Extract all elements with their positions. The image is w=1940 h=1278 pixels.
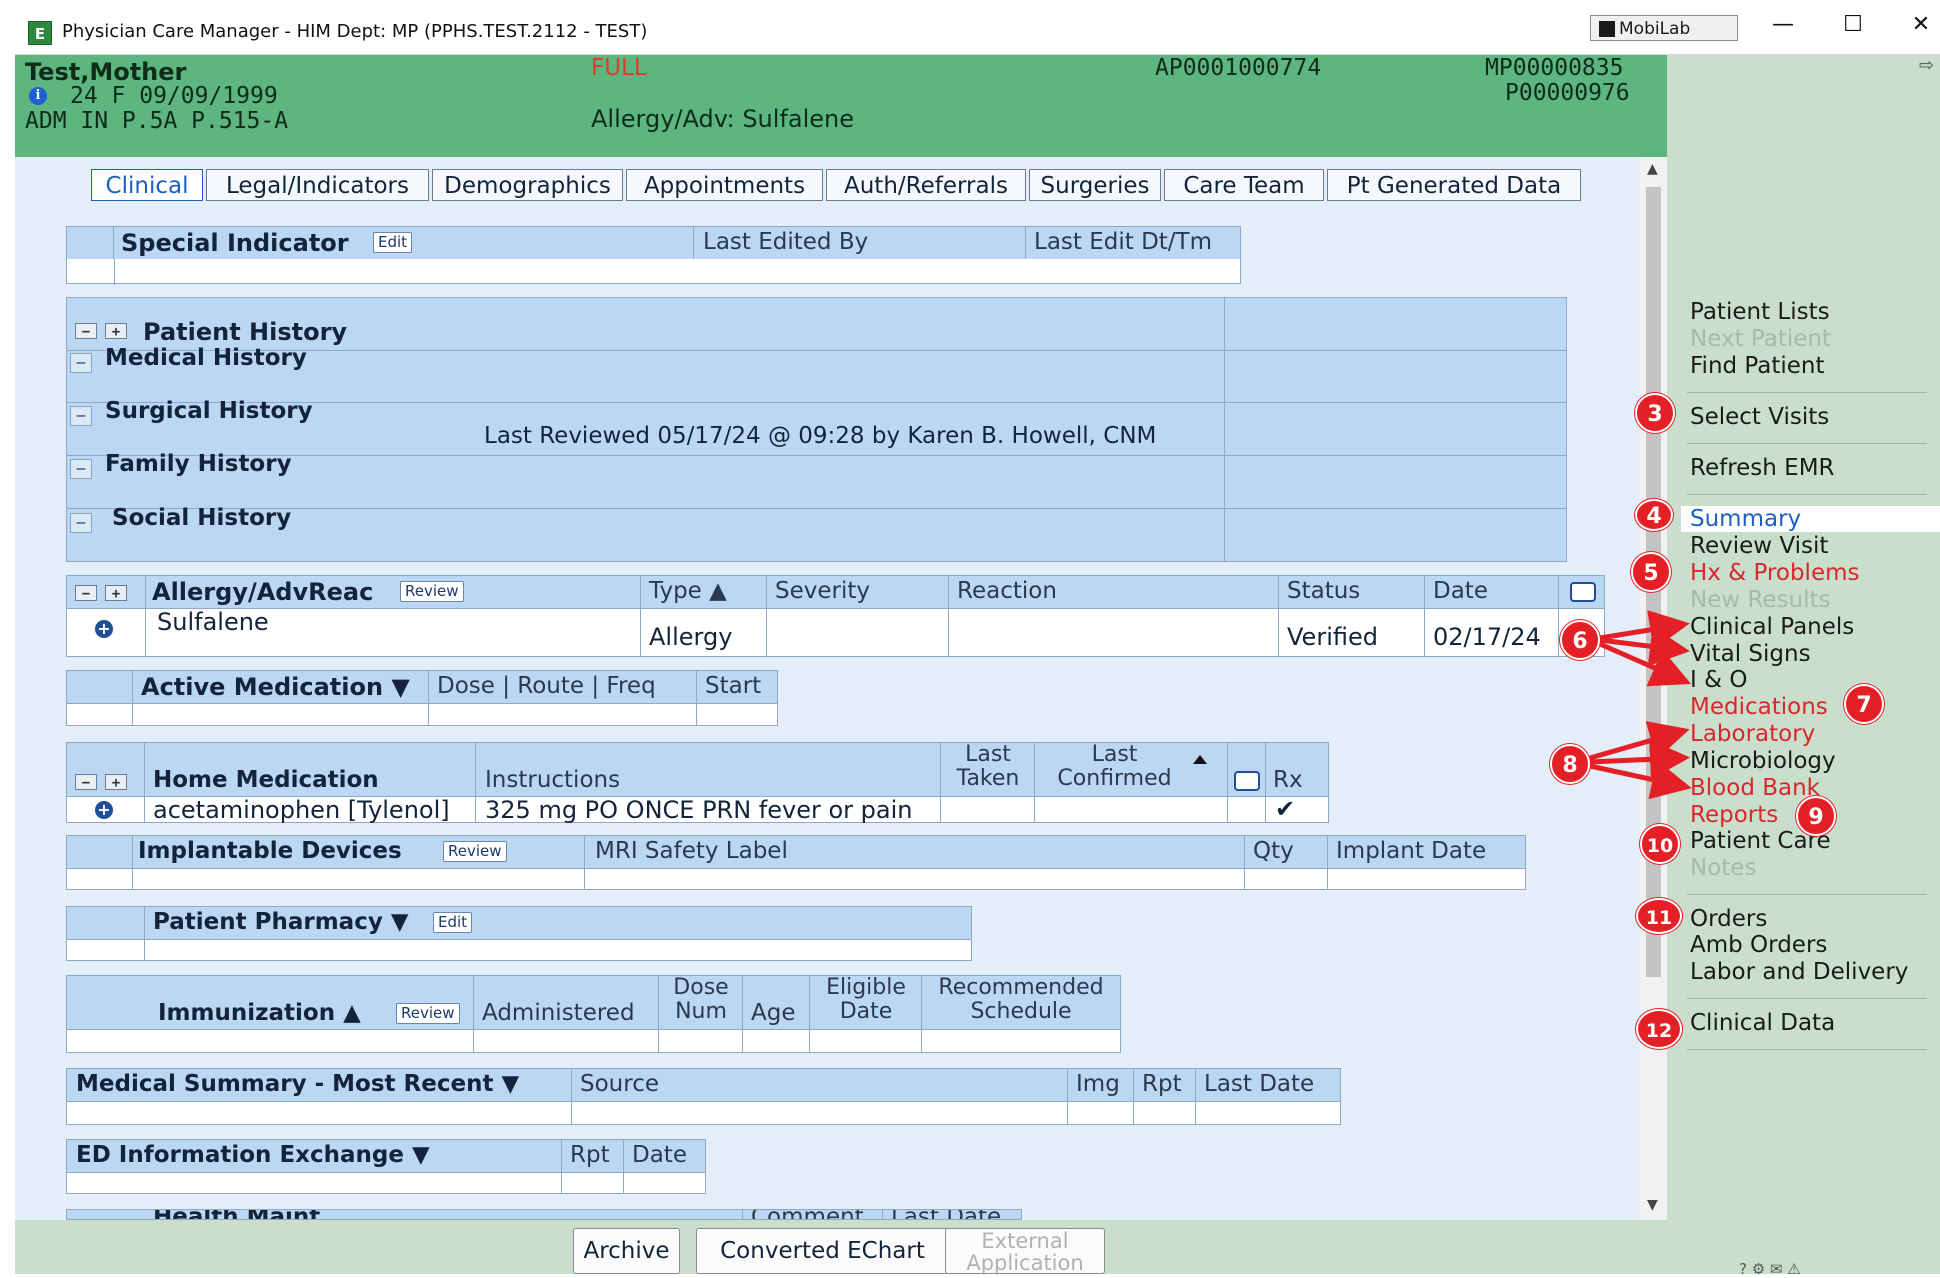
badge-4: 4 [1635,499,1673,531]
badge-11: 11 [1636,898,1682,934]
bottom-action-bar: Archive Converted EChart External Applic… [15,1220,1667,1274]
arrow-6-clinical-panels [1599,610,1690,650]
arrow-8-microbiology [1589,739,1690,780]
badge-12: 12 [1636,1009,1682,1049]
arrow-8-laboratory [1589,721,1690,761]
badge-9: 9 [1796,796,1836,836]
archive-button[interactable]: Archive [573,1228,680,1274]
badge-8: 8 [1550,744,1590,784]
badge-5: 5 [1631,552,1671,592]
external-application-button: External Application [945,1228,1105,1274]
annotation-arrows [1589,610,1692,800]
badge-3: 3 [1635,393,1675,433]
badge-7: 7 [1844,684,1884,724]
converted-echart-button[interactable]: Converted EChart [696,1228,949,1274]
badge-10: 10 [1640,824,1680,864]
arrow-8-blood-bank [1589,760,1692,800]
badge-6: 6 [1560,620,1600,660]
